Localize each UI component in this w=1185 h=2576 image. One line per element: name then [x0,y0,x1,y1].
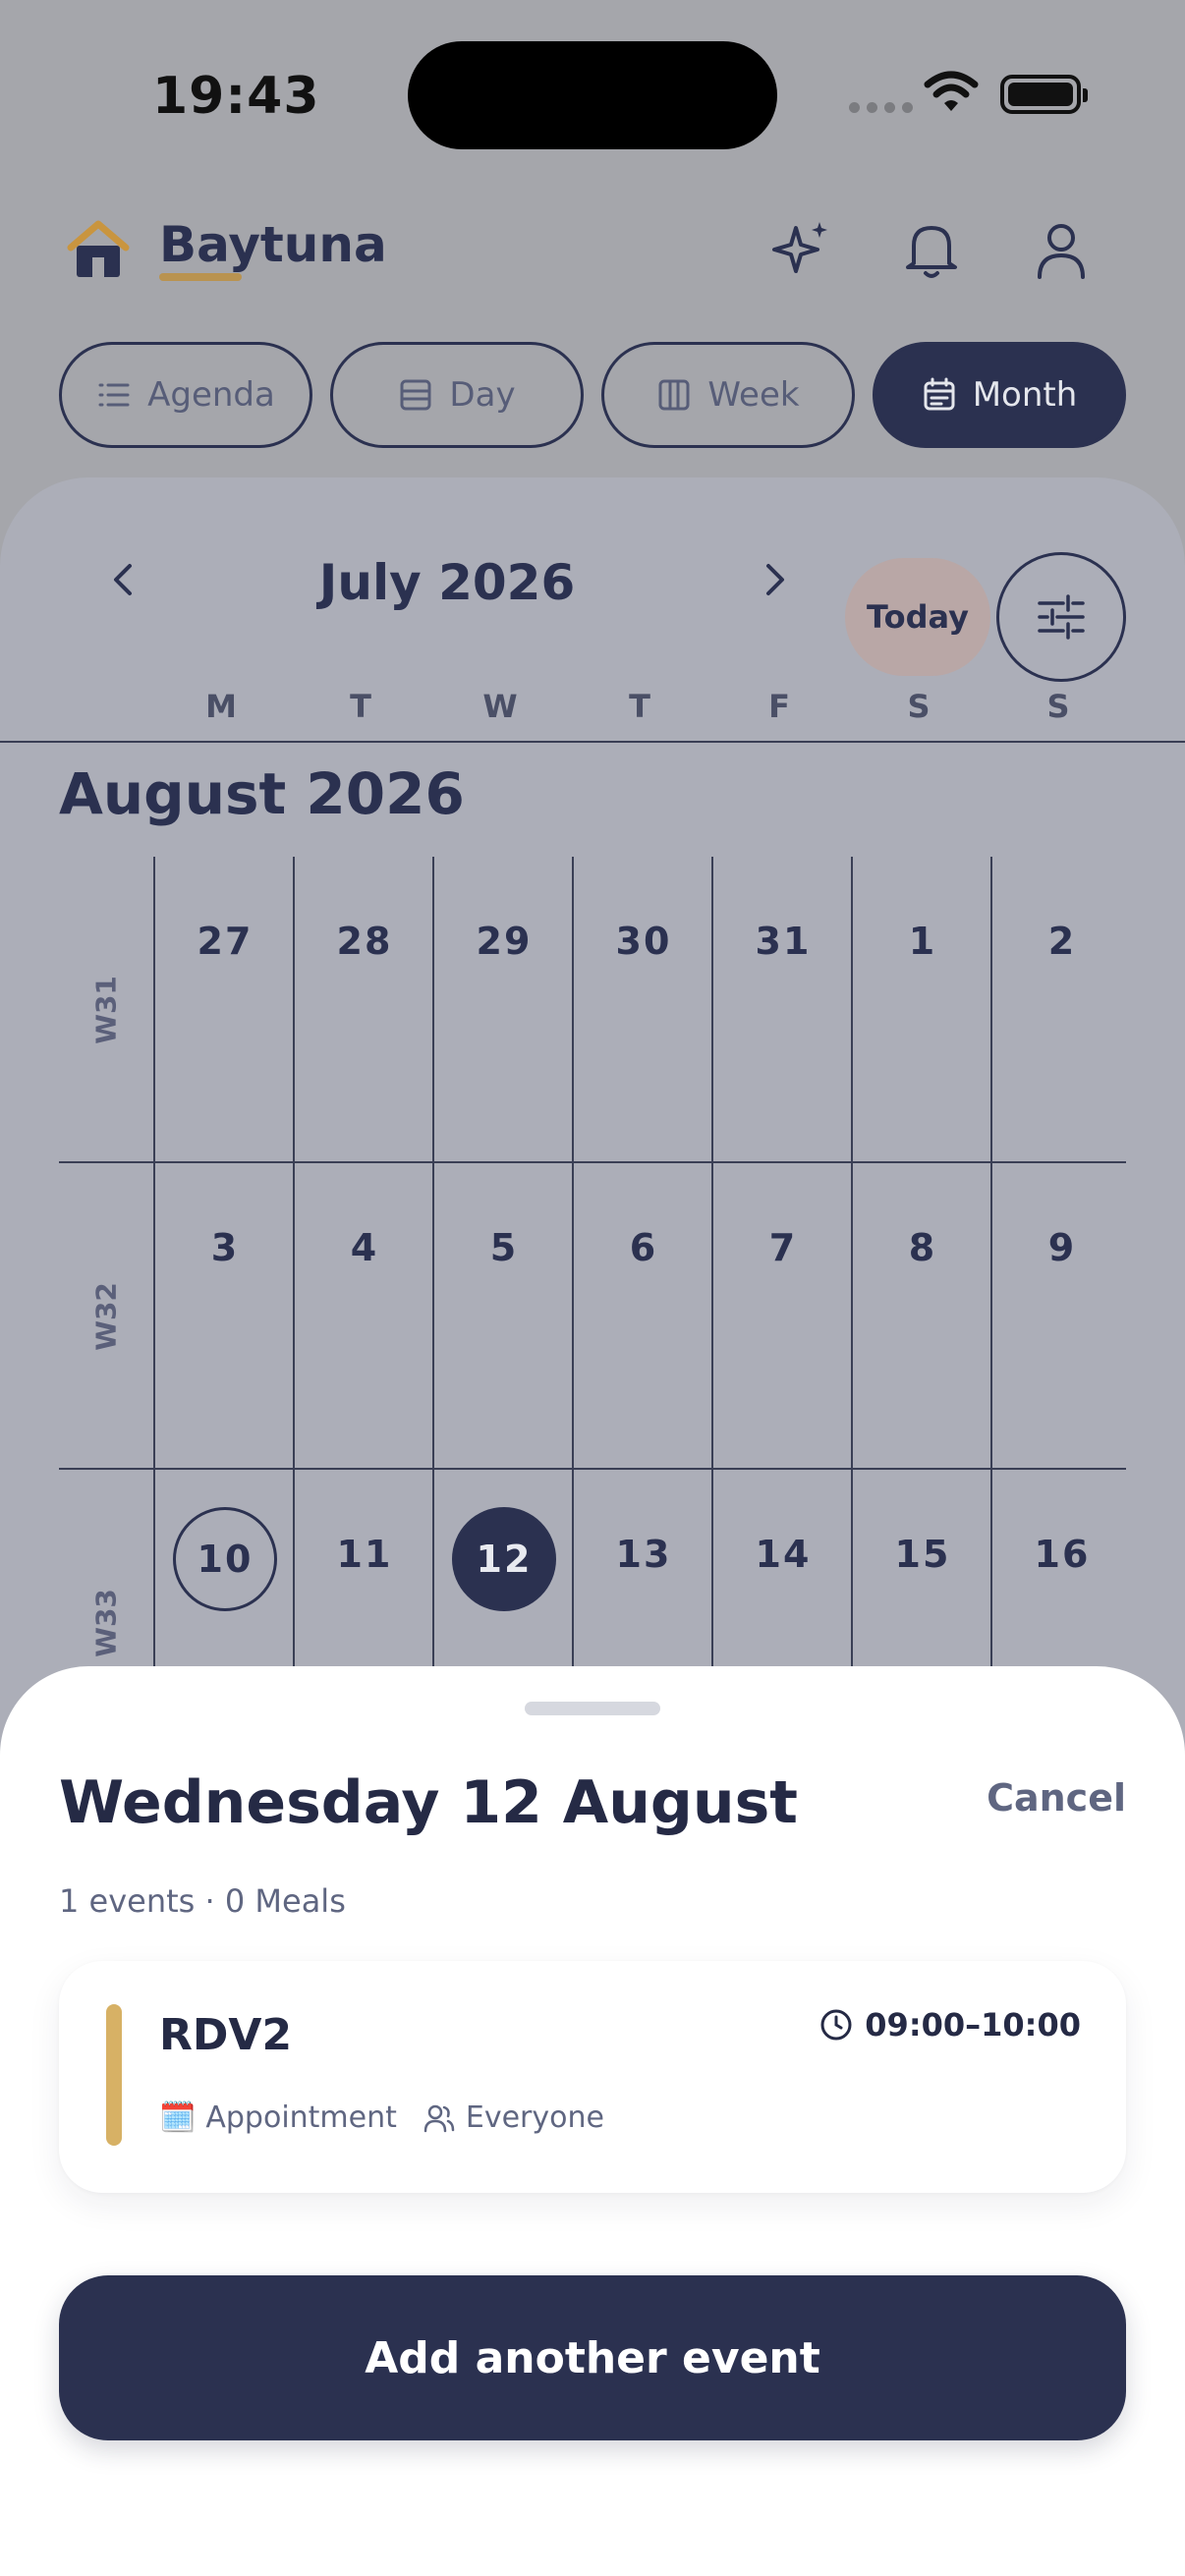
sparkles-icon[interactable] [766,214,837,285]
day-cell[interactable]: 30 [572,857,711,1163]
tab-month-label: Month [972,375,1078,415]
day-cell[interactable]: 27 [153,857,293,1163]
cancel-button[interactable]: Cancel [987,1776,1126,1820]
event-card[interactable]: RDV2 09:00–10:00 🗓️ Appointment Everyone [59,1961,1126,2193]
weekday-label: F [768,688,790,725]
week-number: W31 [89,976,123,1044]
weekday-label: T [350,688,371,725]
day-detail-sheet: Wednesday 12 August Cancel 1 events · 0 … [0,1666,1185,2576]
today-button[interactable]: Today [845,558,990,676]
weekday-label: S [907,688,931,725]
status-bar: 19:43 [0,0,1185,187]
day-cell[interactable]: 28 [293,857,432,1163]
tab-day-label: Day [449,375,516,415]
today-marker: 10 [173,1507,277,1611]
day-cell[interactable]: 9 [990,1163,1130,1470]
week-row: W31 27 28 29 30 31 1 2 [59,857,1126,1163]
weekday-label: W [482,688,518,725]
week-row: W32 3 4 5 6 7 8 9 [59,1163,1126,1470]
chevron-left-icon[interactable] [92,548,155,611]
week-view-icon [658,379,690,411]
event-color-bar [106,2004,122,2146]
filter-button[interactable] [996,552,1126,682]
event-audience: Everyone [423,2100,604,2135]
day-cell[interactable]: 2 [990,857,1130,1163]
tab-week[interactable]: Week [601,342,855,448]
event-time-label: 09:00–10:00 [865,2006,1081,2044]
day-cell[interactable]: 1 [851,857,990,1163]
day-cell[interactable]: 4 [293,1163,432,1470]
people-icon [423,2104,455,2132]
calendar-icon [924,377,955,411]
weekday-label: M [205,688,237,725]
day-cell[interactable]: 6 [572,1163,711,1470]
bell-icon[interactable] [896,214,967,285]
day-cell[interactable]: 5 [432,1163,572,1470]
view-switcher: Agenda Day Week Month [59,342,1126,448]
sheet-grabber[interactable] [525,1702,660,1715]
weekday-header: M T W T F S S [0,688,1185,743]
day-cell[interactable]: 8 [851,1163,990,1470]
tab-day[interactable]: Day [330,342,584,448]
day-cell[interactable]: 3 [153,1163,293,1470]
week-number: W32 [89,1282,123,1351]
event-category-label: Appointment [205,2100,397,2135]
weekday-label: T [629,688,650,725]
event-title: RDV2 [159,2010,293,2060]
month-title: July 2026 [318,554,576,611]
calendar-emoji-icon: 🗓️ [159,2100,197,2135]
day-summary: 1 events · 0 Meals [59,1882,346,1920]
signal-icon [849,102,913,113]
event-category: 🗓️ Appointment [159,2100,397,2135]
month-section-title: August 2026 [59,760,465,827]
day-cell[interactable]: 29 [432,857,572,1163]
status-time: 19:43 [152,67,320,126]
sheet-title: Wednesday 12 August [59,1768,798,1837]
brand-name[interactable]: Baytuna [159,216,387,273]
battery-icon [1000,75,1088,114]
tab-week-label: Week [707,375,800,415]
sliders-icon [1038,594,1085,640]
tab-agenda[interactable]: Agenda [59,342,312,448]
list-icon [98,383,130,407]
wifi-icon [924,71,979,111]
event-meta: 🗓️ Appointment Everyone [159,2100,604,2135]
selected-day-marker: 12 [452,1507,556,1611]
tab-month[interactable]: Month [873,342,1126,448]
event-time: 09:00–10:00 [819,2006,1081,2044]
event-audience-label: Everyone [465,2100,604,2135]
user-icon[interactable] [1026,214,1097,285]
month-navigation: July 2026 Today [0,517,1185,682]
day-cell[interactable]: 7 [711,1163,851,1470]
app-header: Baytuna [0,196,1185,305]
brand-underline [159,273,242,281]
day-cell[interactable]: 31 [711,857,851,1163]
weekday-label: S [1046,688,1070,725]
clock-icon [820,2009,852,2041]
tab-agenda-label: Agenda [147,375,275,415]
add-event-button[interactable]: Add another event [59,2275,1126,2440]
home-icon [67,220,130,277]
chevron-right-icon[interactable] [743,548,806,611]
dynamic-island [408,41,777,149]
day-view-icon [400,379,431,411]
